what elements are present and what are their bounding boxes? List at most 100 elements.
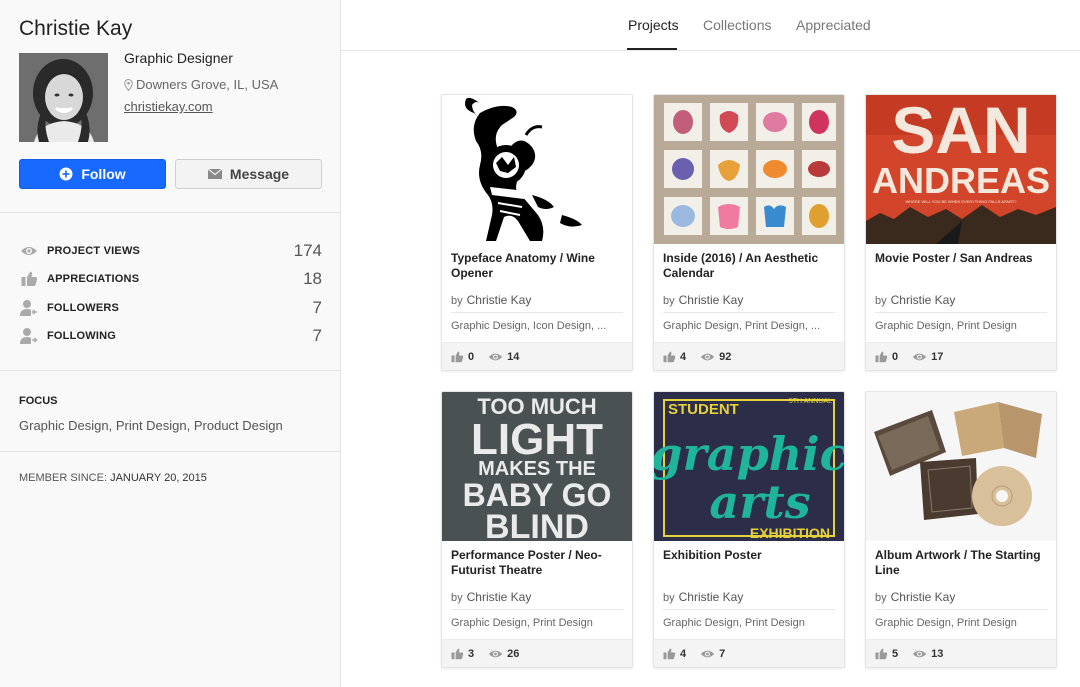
view-count: 13 (931, 647, 944, 660)
view-count: 17 (931, 350, 944, 363)
thumbs-up-icon (875, 351, 888, 363)
project-title[interactable]: Movie Poster / San Andreas (875, 251, 1049, 266)
stat-label: FOLLOWING (47, 330, 117, 342)
member-since-date: JANUARY 20, 2015 (110, 472, 207, 484)
stat-label: PROJECT VIEWS (47, 245, 141, 257)
project-thumbnail: STUDENT 5TH ANNUAL graphic arts EXHIBITI… (654, 392, 844, 541)
project-stats: 0 17 (866, 342, 1056, 370)
project-stats: 5 13 (866, 639, 1056, 667)
project-thumbnail: SAN ANDREAS WHERE WILL YOU BE WHEN EVERY… (866, 95, 1056, 244)
poster-text: LIGHT (471, 415, 603, 464)
eye-icon (700, 352, 715, 362)
project-card[interactable]: SAN ANDREAS WHERE WILL YOU BE WHEN EVERY… (865, 94, 1057, 371)
profile-name: Christie Kay (19, 17, 133, 40)
project-title[interactable]: Inside (2016) / An Aesthetic Calendar (663, 251, 837, 281)
location: Downers Grove, IL, USA (124, 77, 278, 92)
follow-button[interactable]: Follow (19, 159, 166, 189)
theatre-poster: TOO MUCH LIGHT MAKES THE BABY GO BLIND (442, 392, 632, 541)
appreciation-count: 0 (468, 350, 475, 363)
project-card[interactable]: STUDENT 5TH ANNUAL graphic arts EXHIBITI… (653, 391, 845, 668)
plus-circle-icon (59, 167, 73, 181)
profile-tabs: Projects Collections Appreciated (341, 0, 1080, 51)
author-link[interactable]: Christie Kay (467, 590, 532, 604)
thumbs-up-icon (451, 351, 464, 363)
member-since-label: MEMBER SINCE: (19, 472, 108, 484)
poster-text: EXHIBITION (750, 525, 830, 541)
location-text: Downers Grove, IL, USA (136, 77, 279, 92)
divider (663, 609, 835, 610)
view-count: 7 (719, 647, 726, 660)
message-button[interactable]: Message (175, 159, 322, 189)
tab-projects[interactable]: Projects (628, 17, 679, 33)
envelope-icon (207, 169, 222, 179)
poster-text: SAN (891, 95, 1030, 167)
project-thumbnail: TOO MUCH LIGHT MAKES THE BABY GO BLIND (442, 392, 632, 541)
appreciation-count: 4 (680, 647, 687, 660)
divider (0, 451, 340, 452)
project-author: by Christie Kay (451, 293, 532, 307)
poster-text: BLIND (485, 508, 589, 541)
view-count: 26 (507, 647, 520, 660)
appreciation-count: 4 (680, 350, 687, 363)
author-link[interactable]: Christie Kay (891, 293, 956, 307)
project-title[interactable]: Performance Poster / Neo-Futurist Theatr… (451, 548, 625, 578)
project-author: by Christie Kay (663, 590, 744, 604)
stat-value: 7 (312, 326, 322, 345)
project-title[interactable]: Exhibition Poster (663, 548, 837, 563)
eye-icon (912, 649, 927, 659)
poster-text: arts (709, 475, 810, 529)
followers-icon (19, 299, 39, 317)
website-link[interactable]: christiekay.com (124, 99, 213, 114)
project-card[interactable]: Inside (2016) / An Aesthetic Calendar by… (653, 94, 845, 371)
project-stats: 4 7 (654, 639, 844, 667)
author-link[interactable]: Christie Kay (891, 590, 956, 604)
divider (0, 370, 340, 371)
author-link[interactable]: Christie Kay (679, 590, 744, 604)
project-tags: Graphic Design, Print Design (875, 617, 1017, 629)
project-author: by Christie Kay (875, 293, 956, 307)
poster-text: graphic (654, 427, 844, 481)
project-card[interactable]: TOO MUCH LIGHT MAKES THE BABY GO BLIND P… (441, 391, 633, 668)
project-card[interactable]: Album Artwork / The Starting Line by Chri… (865, 391, 1057, 668)
view-count: 14 (507, 350, 520, 363)
divider (451, 312, 623, 313)
stat-label: FOLLOWERS (47, 302, 120, 314)
project-tags: Graphic Design, Icon Design, ... (451, 320, 607, 332)
project-tags: Graphic Design, Print Design, ... (663, 320, 821, 332)
tab-collections[interactable]: Collections (703, 17, 771, 33)
eye-icon (700, 649, 715, 659)
project-card[interactable]: Typeface Anatomy / Wine Opener by Christi… (441, 94, 633, 371)
poster-tagline: WHERE WILL YOU BE WHEN EVERYTHING FALLS … (906, 199, 1018, 204)
tab-appreciated[interactable]: Appreciated (796, 17, 871, 33)
san-andreas-poster: SAN ANDREAS WHERE WILL YOU BE WHEN EVERY… (866, 95, 1056, 244)
view-count: 92 (719, 350, 732, 363)
message-label: Message (229, 166, 290, 182)
avatar[interactable] (19, 53, 108, 142)
focus-list: Graphic Design, Print Design, Product De… (19, 418, 283, 433)
author-link[interactable]: Christie Kay (679, 293, 744, 307)
project-thumbnail (654, 95, 844, 244)
thumbs-up-icon (451, 648, 464, 660)
stat-appreciations: APPRECIATIONS 18 (19, 268, 322, 290)
exhibition-poster: STUDENT 5TH ANNUAL graphic arts EXHIBITI… (654, 392, 844, 541)
project-author: by Christie Kay (875, 590, 956, 604)
project-title[interactable]: Typeface Anatomy / Wine Opener (451, 251, 625, 281)
appreciation-count: 0 (892, 350, 899, 363)
project-thumbnail (866, 392, 1056, 541)
occupation: Graphic Designer (124, 50, 233, 66)
album-artwork-photo (866, 392, 1056, 541)
stat-value: 174 (293, 241, 322, 260)
stat-followers: FOLLOWERS 7 (19, 297, 322, 319)
project-title[interactable]: Album Artwork / The Starting Line (875, 548, 1049, 578)
following-icon (19, 327, 39, 345)
project-thumbnail (442, 95, 632, 244)
focus-title: FOCUS (19, 395, 58, 407)
project-author: by Christie Kay (663, 293, 744, 307)
eye-icon (912, 352, 927, 362)
author-link[interactable]: Christie Kay (467, 293, 532, 307)
project-tags: Graphic Design, Print Design (451, 617, 593, 629)
stat-label: APPRECIATIONS (47, 273, 140, 285)
divider (451, 609, 623, 610)
location-pin-icon (124, 78, 133, 91)
appreciation-count: 3 (468, 647, 475, 660)
